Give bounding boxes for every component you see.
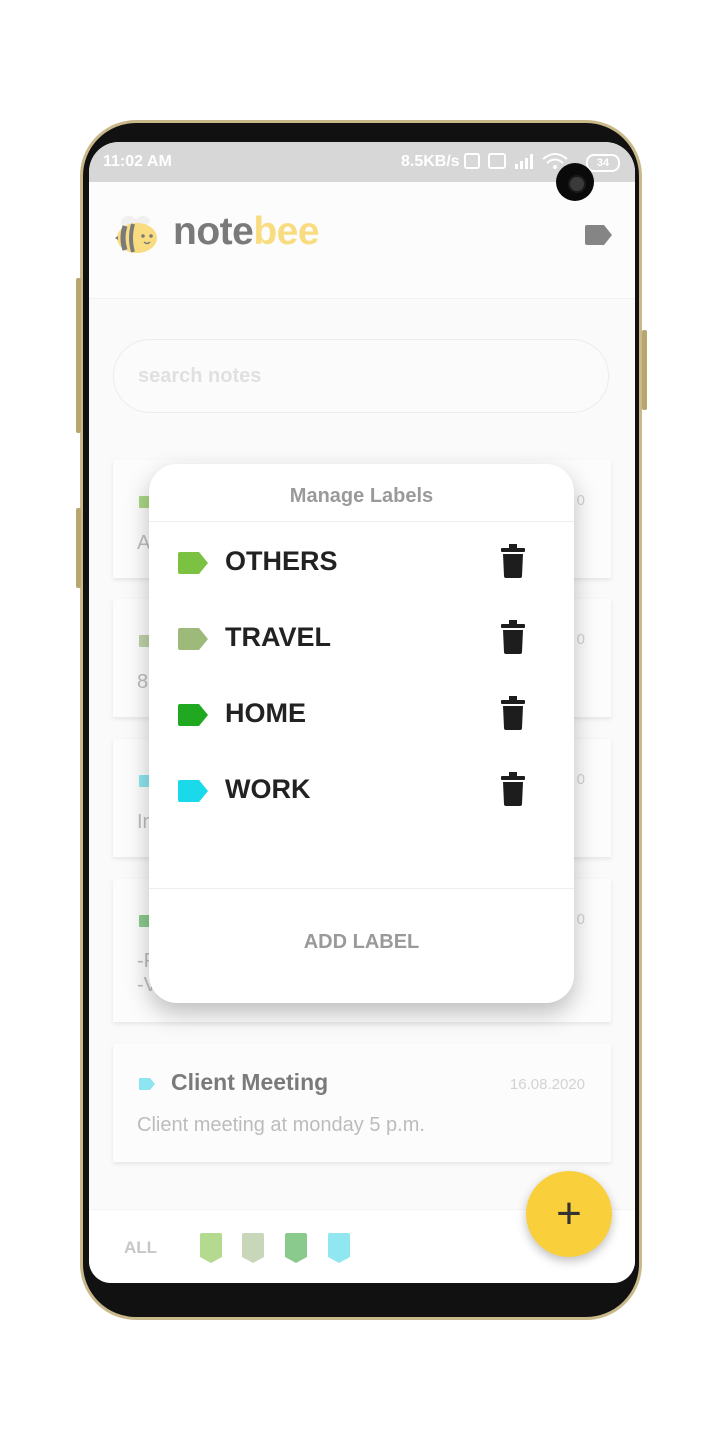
phone-side-button [642, 330, 647, 410]
label-tag-icon [178, 780, 208, 802]
delete-label-icon[interactable] [501, 620, 525, 654]
add-note-button[interactable]: + [526, 1171, 612, 1257]
manage-labels-dialog: Manage Labels OTHERS TRAVEL HOME WORK AD… [149, 464, 574, 1003]
phone-side-button [76, 508, 81, 588]
label-row-travel[interactable]: TRAVEL [149, 604, 574, 668]
label-name: OTHERS [225, 546, 338, 576]
delete-label-icon[interactable] [501, 696, 525, 730]
dialog-title: Manage Labels [149, 464, 574, 522]
label-tag-icon [178, 552, 208, 574]
dialog-divider [149, 888, 574, 889]
label-row-work[interactable]: WORK [149, 756, 574, 820]
label-row-home[interactable]: HOME [149, 680, 574, 744]
label-name: TRAVEL [225, 622, 331, 652]
label-name: HOME [225, 698, 306, 728]
phone-side-button [76, 278, 81, 433]
add-label-button[interactable]: ADD LABEL [149, 890, 574, 1000]
app-screen: 11:02 AM 8.5KB/s 34 notebee search notes… [89, 142, 635, 1283]
label-name: WORK [225, 774, 311, 804]
label-tag-icon [178, 628, 208, 650]
delete-label-icon[interactable] [501, 544, 525, 578]
label-row-others[interactable]: OTHERS [149, 528, 574, 592]
delete-label-icon[interactable] [501, 772, 525, 806]
label-tag-icon [178, 704, 208, 726]
plus-icon: + [556, 1189, 582, 1238]
front-camera [556, 163, 594, 201]
